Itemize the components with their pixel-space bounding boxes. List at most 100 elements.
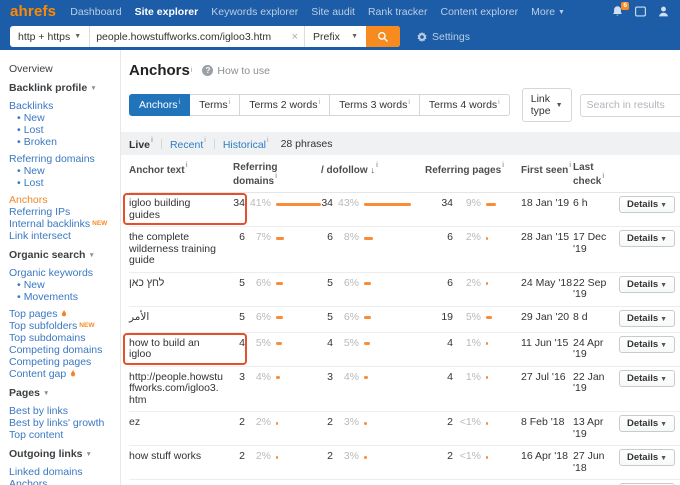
- sidebar-item-anchors[interactable]: Anchors: [9, 478, 120, 485]
- table-row: the complete wilderness training guide 6…: [129, 227, 680, 273]
- ahrefs-logo[interactable]: ahrefs: [10, 3, 56, 20]
- table-row: الأمر 5 6% 5 6% 19 5% 29 Jan '20 8 d Detail…: [129, 307, 680, 333]
- sidebar-item-organic-search[interactable]: Organic search ▼: [9, 249, 120, 262]
- column-header-referring-pages[interactable]: Referring pagesi: [425, 162, 521, 187]
- sidebar-item-broken[interactable]: • Broken: [9, 136, 120, 148]
- details-button[interactable]: Details▼: [619, 230, 676, 247]
- sidebar-item-competing-domains[interactable]: Competing domains: [9, 344, 120, 356]
- df-cell: 5 6%: [321, 277, 425, 290]
- sidebar-item-outgoing-links[interactable]: Outgoing links ▼: [9, 448, 120, 461]
- nav-item-more[interactable]: More ▼: [531, 6, 565, 18]
- percent-bar: [486, 455, 488, 459]
- sidebar-item-content-gap[interactable]: Content gap: [9, 368, 120, 380]
- mode-recent[interactable]: Recenti: [170, 137, 206, 151]
- details-button[interactable]: Details▼: [619, 309, 676, 327]
- phrase-count: 28 phrases: [280, 137, 333, 150]
- rp-cell: 6 2%: [425, 277, 521, 290]
- sidebar-item-movements[interactable]: • Movements: [9, 291, 120, 303]
- anchor-text-cell: לחץ כאן: [129, 276, 165, 289]
- sidebar-item-top-subdomains[interactable]: Top subdomains: [9, 332, 120, 344]
- match-mode-dropdown[interactable]: Prefix ▼: [304, 26, 366, 47]
- anchor-text-cell: how stuff works: [129, 450, 202, 462]
- details-button[interactable]: Details▼: [619, 335, 676, 353]
- mode-live[interactable]: Livei: [129, 137, 153, 151]
- clear-input-icon[interactable]: ×: [286, 26, 304, 47]
- tab-terms[interactable]: Termsi: [189, 94, 241, 116]
- sidebar-item-lost[interactable]: • Lost: [9, 124, 120, 136]
- table-row: לחץ כאן 5 6% 5 6% 6 2% 24 May '18 22 Sep '1…: [129, 273, 680, 307]
- percent-bar: [486, 202, 496, 206]
- sidebar-item-best-by-links[interactable]: Best by links: [9, 405, 120, 417]
- percent-bar: [276, 316, 283, 319]
- sidebar-item-anchors[interactable]: Anchors: [9, 194, 120, 206]
- column-header-last-check[interactable]: Last checki: [573, 162, 619, 187]
- mode-historical[interactable]: Historicali: [223, 137, 269, 151]
- nav-item-site-audit[interactable]: Site audit: [311, 6, 355, 18]
- details-button[interactable]: Details▼: [619, 369, 676, 387]
- sidebar-item-overview[interactable]: Overview: [9, 63, 120, 75]
- nav-item-rank-tracker[interactable]: Rank tracker: [368, 6, 428, 18]
- user-account-icon[interactable]: [657, 5, 670, 18]
- sidebar-item-new[interactable]: • New: [9, 279, 120, 291]
- last-check-cell: 6 h: [573, 197, 588, 209]
- percent-bar: [364, 421, 368, 425]
- column-header-dofollow[interactable]: / dofollow ↓i: [321, 162, 425, 187]
- nav-item-dashboard[interactable]: Dashboard: [70, 6, 121, 18]
- tab-terms-4-words[interactable]: Terms 4 wordsi: [418, 94, 510, 116]
- target-url-input[interactable]: [90, 26, 286, 47]
- percent-bar: [486, 316, 492, 319]
- apps-device-icon[interactable]: [634, 5, 647, 18]
- sidebar-item-top-subfolders[interactable]: Top subfolders NEW: [9, 320, 120, 332]
- sidebar-item-pages[interactable]: Pages ▼: [9, 387, 120, 400]
- rd-cell: 5 6%: [233, 277, 321, 290]
- sidebar-item-best-by-links-growth[interactable]: Best by links' growth: [9, 417, 120, 429]
- sidebar-item-link-intersect[interactable]: Link intersect: [9, 230, 120, 242]
- sidebar-item-backlink-profile[interactable]: Backlink profile ▼: [9, 82, 120, 95]
- first-seen-cell: 18 Jan '19: [521, 197, 570, 209]
- report-tabs: Anchorsi Termsi Terms 2 wordsi Terms 3 word…: [129, 94, 510, 116]
- new-badge: NEW: [79, 322, 95, 329]
- anchor-text-cell: الأمر: [129, 310, 150, 323]
- details-button[interactable]: Details▼: [619, 449, 676, 466]
- column-header-first-seen[interactable]: First seeni: [521, 162, 573, 187]
- last-check-cell: 22 Sep '19: [573, 276, 607, 300]
- details-button[interactable]: Details▼: [619, 275, 676, 293]
- column-header-anchor-text[interactable]: Anchor texti: [129, 162, 233, 187]
- tab-anchors[interactable]: Anchorsi: [129, 94, 191, 116]
- sidebar-item-linked-domains[interactable]: Linked domains: [9, 466, 120, 478]
- link-type-dropdown[interactable]: Link type ▼: [521, 88, 572, 122]
- nav-item-content-explorer[interactable]: Content explorer: [441, 6, 519, 18]
- sidebar-item-new[interactable]: • New: [9, 112, 120, 124]
- sidebar-item-backlinks[interactable]: Backlinks: [9, 100, 120, 112]
- last-check-cell: 24 Apr '19: [573, 336, 604, 360]
- sidebar-item-top-content[interactable]: Top content: [9, 429, 120, 441]
- rd-cell: 34 41%: [233, 198, 321, 210]
- protocol-dropdown[interactable]: http + https ▼: [10, 26, 91, 47]
- percent-bar: [275, 202, 321, 206]
- details-button[interactable]: Details▼: [619, 196, 676, 213]
- main-content: Anchors i ? How to use Anchorsi Termsi Term…: [120, 50, 680, 485]
- sidebar-item-competing-pages[interactable]: Competing pages: [9, 356, 120, 368]
- sidebar-item-referring-domains[interactable]: Referring domains: [9, 153, 120, 165]
- percent-bar: [486, 421, 488, 425]
- first-seen-cell: 24 May '18: [521, 276, 573, 289]
- sidebar-item-top-pages[interactable]: Top pages: [9, 308, 120, 320]
- notifications-bell-icon[interactable]: 6: [611, 2, 629, 18]
- sidebar-item-referring-ips[interactable]: Referring IPs: [9, 206, 120, 218]
- column-header-referring-domains[interactable]: Referring domainsi: [233, 162, 321, 187]
- rd-cell: 4 5%: [233, 337, 321, 350]
- tab-terms-3-words[interactable]: Terms 3 wordsi: [329, 94, 420, 116]
- sidebar-item-new[interactable]: • New: [9, 165, 120, 177]
- settings-button[interactable]: Settings: [416, 31, 470, 43]
- sidebar-item-internal-backlinks[interactable]: Internal backlinks NEW: [9, 218, 120, 230]
- sidebar-item-organic-keywords[interactable]: Organic keywords: [9, 267, 120, 279]
- search-button[interactable]: [366, 26, 400, 47]
- tab-terms-2-words[interactable]: Terms 2 wordsi: [239, 94, 331, 116]
- sidebar-item-lost[interactable]: • Lost: [9, 177, 120, 189]
- table-header-row: Anchor texti Referring domainsi / dofollow…: [129, 155, 680, 193]
- nav-item-keywords-explorer[interactable]: Keywords explorer: [211, 6, 298, 18]
- results-search-input[interactable]: [580, 99, 680, 111]
- nav-item-site-explorer[interactable]: Site explorer: [135, 6, 199, 18]
- how-to-use-link[interactable]: ? How to use: [202, 65, 270, 77]
- details-button[interactable]: Details▼: [619, 415, 676, 432]
